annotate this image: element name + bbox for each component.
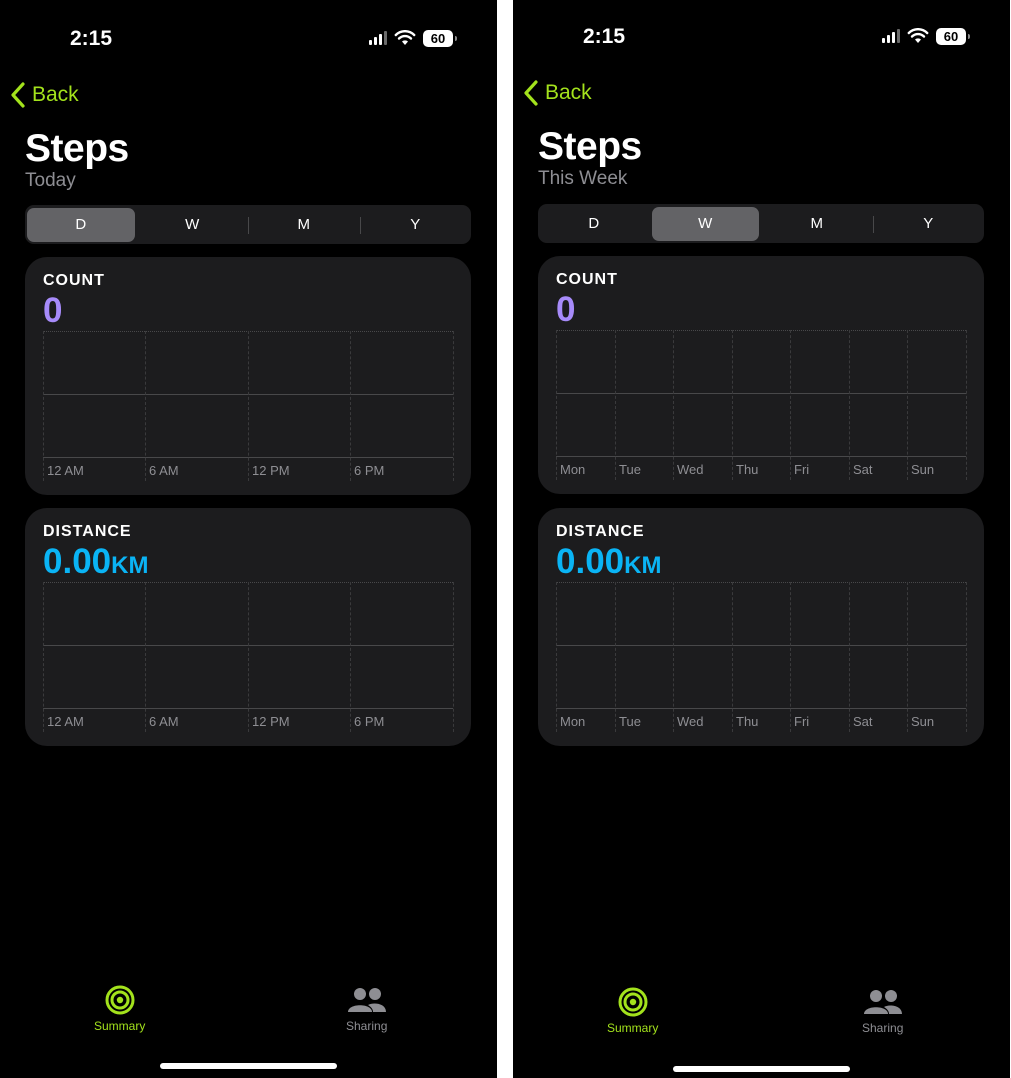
count-chart: 12 AM 6 AM 12 PM 6 PM xyxy=(43,331,454,481)
distance-card[interactable]: DISTANCE 0.00KM 12 AM 6 AM 12 PM 6 PM xyxy=(25,508,471,746)
segment-year[interactable]: Y xyxy=(872,207,983,241)
count-value: 0 xyxy=(556,290,576,329)
x-tick-label: Tue xyxy=(619,462,641,477)
distance-unit: KM xyxy=(111,552,149,579)
distance-label: DISTANCE xyxy=(43,523,132,540)
status-time: 2:15 xyxy=(583,25,626,48)
segment-day[interactable]: D xyxy=(540,207,648,241)
tab-summary[interactable]: Summary xyxy=(607,987,658,1035)
back-button[interactable]: Back xyxy=(10,82,79,108)
people-icon xyxy=(863,990,902,1014)
chart-gridline xyxy=(556,645,966,646)
page-title: Steps xyxy=(538,125,642,168)
status-time: 2:15 xyxy=(70,27,113,50)
distance-number: 0.00 xyxy=(43,542,112,581)
segment-week[interactable]: W xyxy=(651,206,759,241)
cellular-signal-icon xyxy=(882,29,900,43)
page-title: Steps xyxy=(25,127,129,170)
count-card[interactable]: COUNT 0 12 AM 6 AM 12 PM 6 PM xyxy=(25,257,471,495)
battery-icon: 60 xyxy=(936,27,970,45)
x-tick-label: Mon xyxy=(560,714,586,729)
wifi-icon xyxy=(907,28,929,43)
x-tick-label: 6 AM xyxy=(149,463,179,478)
segment-week[interactable]: W xyxy=(139,208,247,242)
chevron-left-icon xyxy=(524,80,538,106)
tab-sharing[interactable]: Sharing xyxy=(346,985,387,1033)
distance-chart: Mon Tue Wed Thu Fri Sat Sun xyxy=(556,582,967,732)
activity-rings-icon xyxy=(105,985,135,1015)
page-subtitle: Today xyxy=(25,170,76,191)
tab-summary-label: Summary xyxy=(94,1019,146,1033)
x-tick-label: Mon xyxy=(560,462,586,477)
phone-screen-week: 2:15 60 Back Steps This Week D W M Y COU… xyxy=(513,0,1010,1078)
tab-sharing-label: Sharing xyxy=(862,1021,904,1035)
x-tick-label: Sat xyxy=(853,714,873,729)
count-value: 0 xyxy=(43,291,63,330)
distance-number: 0.00 xyxy=(556,542,625,581)
segment-day[interactable]: D xyxy=(27,207,135,242)
back-button[interactable]: Back xyxy=(523,80,592,106)
x-tick-label: Thu xyxy=(736,714,759,729)
phone-screen-today: 2:15 60 Back Steps Today D W M Y COUNT 0 xyxy=(0,0,497,1078)
x-tick-label: 12 AM xyxy=(47,714,84,729)
distance-value: 0.00KM xyxy=(43,542,148,582)
status-icons: 60 xyxy=(882,26,970,46)
segment-year[interactable]: Y xyxy=(359,208,470,242)
distance-value: 0.00KM xyxy=(556,542,661,582)
segment-month[interactable]: M xyxy=(763,207,871,241)
chart-gridline xyxy=(556,582,966,583)
chart-baseline xyxy=(556,708,966,709)
count-card[interactable]: COUNT 0 Mon Tue Wed Thu Fri Sat Sun xyxy=(538,256,984,494)
distance-unit: KM xyxy=(624,552,662,579)
tab-sharing[interactable]: Sharing xyxy=(862,987,903,1035)
distance-label: DISTANCE xyxy=(556,523,645,540)
home-indicator[interactable] xyxy=(673,1066,850,1072)
home-indicator[interactable] xyxy=(160,1063,337,1069)
x-tick-label: 12 AM xyxy=(47,463,84,478)
x-tick-label: 6 PM xyxy=(354,714,385,729)
x-tick-label: 12 PM xyxy=(252,463,290,478)
back-label: Back xyxy=(32,83,79,106)
segment-month[interactable]: M xyxy=(248,208,358,242)
battery-icon: 60 xyxy=(423,29,457,47)
x-tick-label: Tue xyxy=(619,714,641,729)
x-tick-label: Fri xyxy=(794,714,810,729)
status-icons: 60 xyxy=(369,28,457,48)
x-tick-label: 12 PM xyxy=(252,714,290,729)
distance-chart: 12 AM 6 AM 12 PM 6 PM xyxy=(43,582,454,732)
x-tick-label: Sun xyxy=(911,714,935,729)
x-tick-label: Wed xyxy=(677,714,704,729)
x-tick-label: Sun xyxy=(911,462,935,477)
tab-sharing-label: Sharing xyxy=(346,1019,388,1033)
activity-rings-icon xyxy=(618,987,648,1017)
cellular-signal-icon xyxy=(369,31,387,45)
period-segmented-control: D W M Y xyxy=(538,204,984,243)
x-tick-label: Thu xyxy=(736,462,759,477)
back-label: Back xyxy=(545,81,592,104)
page-subtitle: This Week xyxy=(538,168,628,189)
x-tick-label: 6 AM xyxy=(149,714,179,729)
distance-card[interactable]: DISTANCE 0.00KM Mon Tue Wed Thu Fri Sat … xyxy=(538,508,984,746)
tab-summary[interactable]: Summary xyxy=(94,985,145,1033)
count-label: COUNT xyxy=(556,271,618,288)
count-label: COUNT xyxy=(43,272,105,289)
chart-baseline xyxy=(556,456,966,457)
x-tick-label: Wed xyxy=(677,462,704,477)
chevron-left-icon xyxy=(11,82,25,108)
chart-gridline xyxy=(556,393,966,394)
x-tick-label: Sat xyxy=(853,462,873,477)
chart-gridline xyxy=(556,330,966,331)
count-chart: Mon Tue Wed Thu Fri Sat Sun xyxy=(556,330,967,480)
x-tick-label: Fri xyxy=(794,462,810,477)
wifi-icon xyxy=(394,30,416,45)
people-icon xyxy=(347,988,386,1012)
x-tick-label: 6 PM xyxy=(354,463,385,478)
period-segmented-control: D W M Y xyxy=(25,205,471,244)
tab-summary-label: Summary xyxy=(607,1021,659,1035)
